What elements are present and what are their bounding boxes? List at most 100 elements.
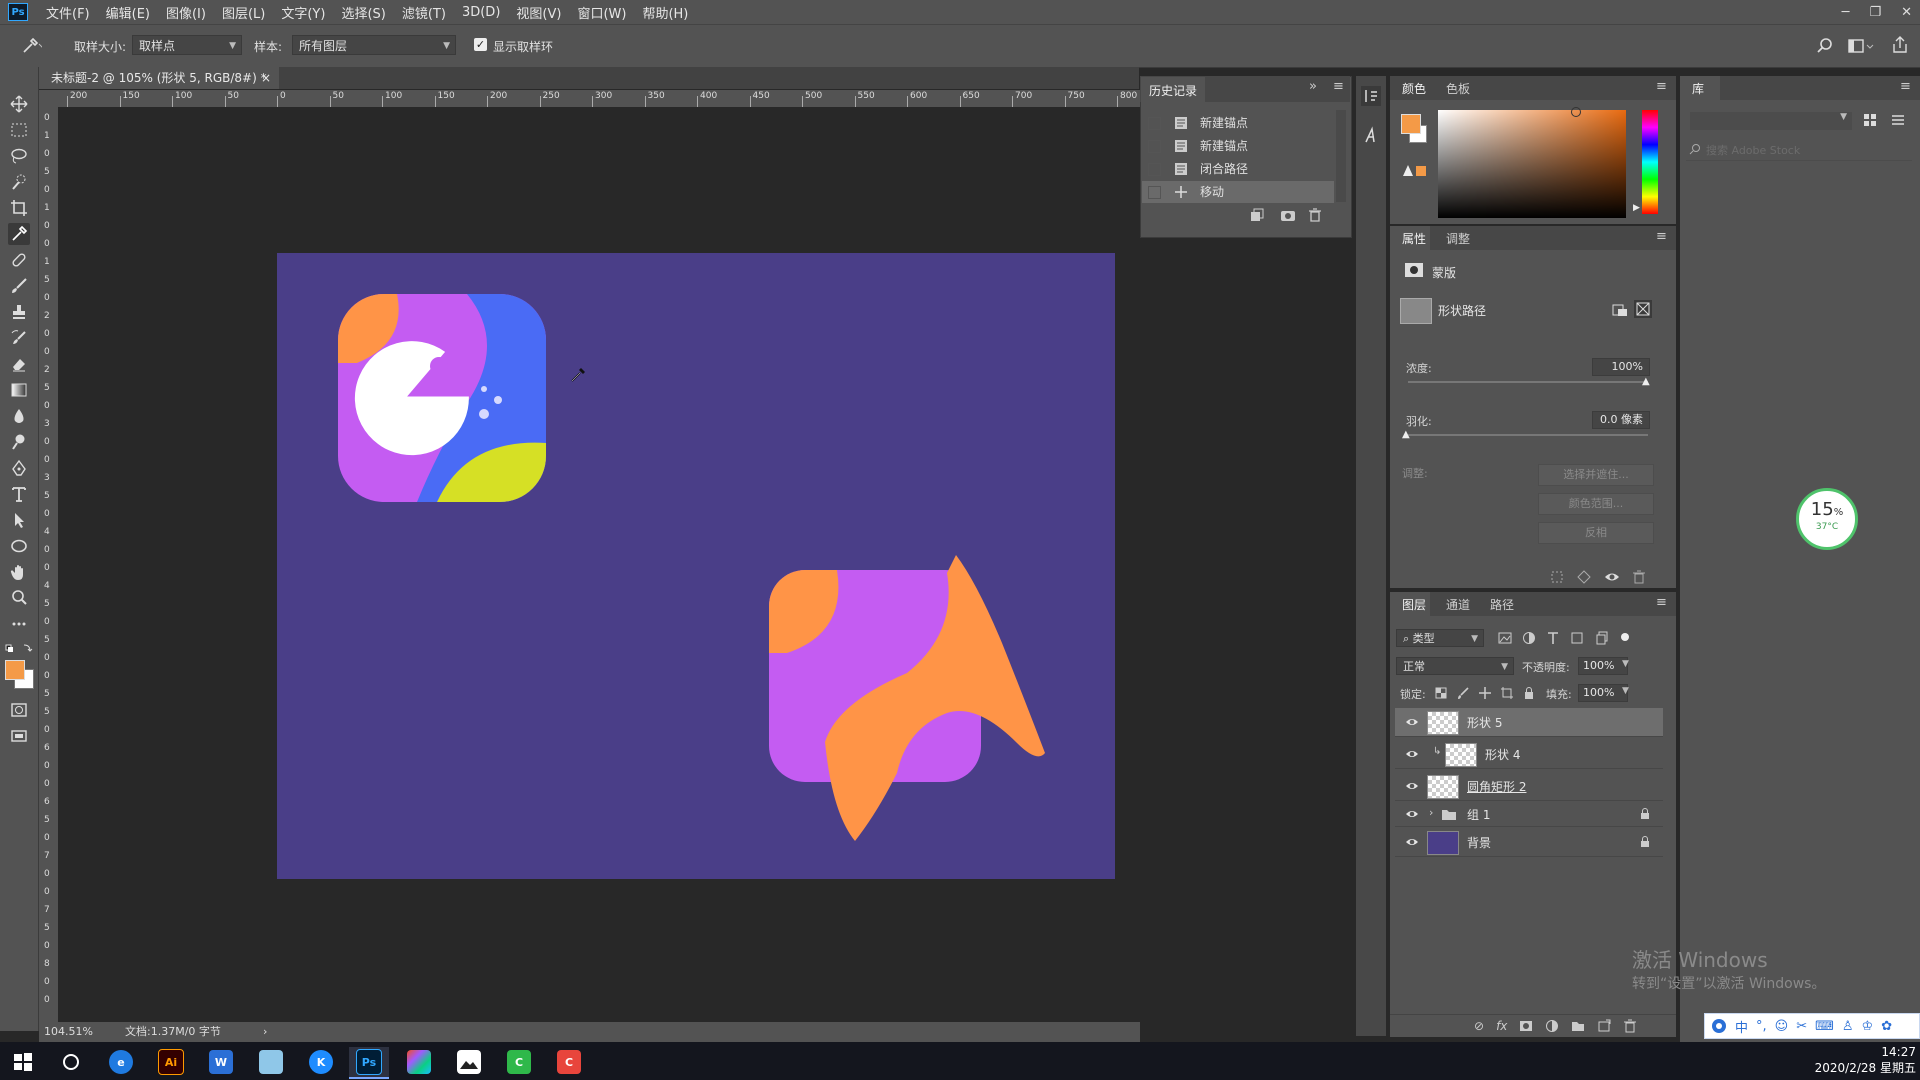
minimize-button[interactable]: ─ — [1842, 5, 1850, 20]
menu-select[interactable]: 选择(S) — [333, 3, 393, 22]
tab-channels[interactable]: 通道 — [1446, 596, 1470, 613]
lasso-tool-icon[interactable] — [8, 145, 30, 167]
panel-menu-icon[interactable]: ≡ — [1333, 79, 1344, 94]
library-dropdown[interactable]: ▼ — [1690, 112, 1852, 130]
layer-name[interactable]: 组 1 — [1467, 806, 1490, 823]
feather-field[interactable]: 0.0 像素 — [1592, 411, 1650, 429]
document-tab[interactable]: 未标题-2 @ 105% (形状 5, RGB/8#) * × — [39, 67, 279, 89]
out-of-gamut-warning-icon[interactable] — [1402, 164, 1426, 182]
taskbar-photos[interactable] — [449, 1047, 489, 1077]
delete-state-icon[interactable] — [1308, 208, 1322, 226]
color-panel-menu-icon[interactable]: ≡ — [1656, 79, 1667, 94]
show-ring-checkbox[interactable]: ✓ — [474, 38, 487, 51]
taskbar-camtasia-red[interactable]: C — [549, 1047, 589, 1077]
layer-style-fx-icon[interactable]: fx — [1496, 1019, 1507, 1033]
more-tools-icon[interactable] — [8, 613, 30, 635]
ime-keyboard-icon[interactable]: ⌨ — [1815, 1019, 1834, 1034]
library-search-field[interactable]: 搜索 Adobe Stock — [1686, 140, 1912, 161]
healing-brush-tool-icon[interactable] — [8, 249, 30, 271]
horizontal-ruler[interactable]: 200 150 100 50 0 50 100 150 200 250 300 350 400 450 50… — [58, 90, 1140, 108]
brush-tool-icon[interactable] — [8, 275, 30, 297]
sample-size-select[interactable]: 取样点 ▼ — [132, 35, 242, 55]
tab-properties[interactable]: 属性 — [1390, 226, 1430, 250]
add-mask-icon[interactable] — [1519, 1019, 1533, 1033]
layer-filter-select[interactable]: ⌕ 类型 ▼ — [1396, 629, 1484, 647]
history-source-box[interactable] — [1148, 186, 1161, 199]
lock-artboard-icon[interactable] — [1500, 686, 1514, 700]
menu-file[interactable]: 文件(F) — [38, 3, 98, 22]
marquee-tool-icon[interactable] — [8, 119, 30, 141]
taskbar-camtasia-green[interactable]: C — [499, 1047, 539, 1077]
history-brush-tool-icon[interactable] — [8, 327, 30, 349]
tab-paths[interactable]: 路径 — [1490, 596, 1514, 613]
new-document-from-state-icon[interactable] — [1250, 208, 1264, 226]
adjustment-filter-icon[interactable] — [1522, 631, 1536, 645]
quick-select-tool-icon[interactable] — [8, 171, 30, 193]
ime-settings-icon[interactable]: ✿ — [1881, 1019, 1892, 1034]
mask-visibility-eye-icon[interactable] — [1604, 570, 1620, 588]
quick-mask-icon[interactable] — [8, 699, 30, 721]
density-field[interactable]: 100% — [1592, 358, 1650, 376]
collapse-panel-icon[interactable]: » — [1309, 79, 1317, 94]
ruler-origin[interactable] — [39, 90, 58, 107]
type-tool-icon[interactable] — [8, 483, 30, 505]
document-canvas[interactable] — [277, 253, 1115, 879]
ime-skin-icon[interactable]: ♔ — [1862, 1019, 1874, 1034]
color-picker-field[interactable] — [1438, 107, 1626, 218]
shape-filter-icon[interactable] — [1570, 631, 1584, 645]
color-range-button[interactable]: 颜色范围... — [1538, 493, 1654, 515]
smart-object-filter-icon[interactable] — [1594, 631, 1608, 645]
taskbar-notes[interactable] — [251, 1047, 291, 1077]
character-dock-icon[interactable] — [1361, 126, 1381, 150]
performance-widget[interactable]: 15% 37°C — [1796, 488, 1858, 550]
blur-tool-icon[interactable] — [8, 405, 30, 427]
hue-slider[interactable] — [1642, 110, 1658, 214]
layers-menu-icon[interactable]: ≡ — [1656, 595, 1667, 610]
layer-row-rounded-rect-2[interactable]: 圆角矩形 2 — [1395, 772, 1663, 801]
snapshot-camera-icon[interactable] — [1280, 208, 1296, 226]
menu-type[interactable]: 文字(Y) — [273, 3, 333, 22]
new-layer-icon[interactable] — [1597, 1019, 1611, 1033]
lock-transparent-icon[interactable] — [1434, 686, 1448, 700]
adjustment-layer-icon[interactable] — [1545, 1019, 1559, 1033]
invert-button[interactable]: 反相 — [1538, 522, 1654, 544]
select-and-mask-button[interactable]: 选择并遮住... — [1538, 464, 1654, 486]
link-layers-icon[interactable]: ⊘ — [1474, 1019, 1484, 1033]
search-icon[interactable] — [1816, 37, 1834, 59]
history-source-box[interactable] — [1148, 140, 1161, 153]
tab-layers[interactable]: 图层 — [1390, 592, 1430, 616]
opacity-dropdown-icon[interactable]: ▼ — [1622, 659, 1629, 669]
density-slider-track[interactable] — [1408, 381, 1648, 383]
history-item[interactable]: 移动 — [1142, 181, 1334, 203]
foreground-color-swatch[interactable] — [5, 660, 25, 680]
gradient-tool-icon[interactable] — [8, 379, 30, 401]
eraser-tool-icon[interactable] — [8, 353, 30, 375]
density-slider-handle[interactable]: ▲ — [1642, 376, 1650, 387]
ime-emoji-icon[interactable]: ☺ — [1775, 1019, 1789, 1034]
vertical-ruler[interactable]: 0105010015020025030035040045050055060065… — [39, 107, 58, 1027]
menu-edit[interactable]: 编辑(E) — [98, 3, 158, 22]
ime-user-icon[interactable]: ♙ — [1842, 1019, 1854, 1034]
menu-view[interactable]: 视图(V) — [508, 3, 569, 22]
swap-colors-icon[interactable] — [4, 643, 34, 657]
tab-adjustments[interactable]: 调整 — [1446, 230, 1470, 247]
start-button[interactable] — [3, 1047, 43, 1077]
list-view-icon[interactable] — [1890, 112, 1906, 132]
lock-position-icon[interactable] — [1478, 686, 1492, 700]
fill-dropdown-icon[interactable]: ▼ — [1622, 686, 1629, 696]
close-button[interactable]: ✕ — [1901, 5, 1912, 20]
pixel-filter-icon[interactable] — [1498, 631, 1512, 645]
layer-name[interactable]: 圆角矩形 2 — [1467, 778, 1526, 795]
move-tool-icon[interactable] — [8, 93, 30, 115]
history-item[interactable]: 新建锚点 — [1142, 112, 1334, 134]
tab-history[interactable]: 历史记录 — [1141, 77, 1205, 102]
feather-slider-track[interactable] — [1408, 434, 1648, 436]
ime-punctuation-icon[interactable]: °, — [1756, 1019, 1767, 1034]
sample-select[interactable]: 所有图层 ▼ — [292, 35, 456, 55]
path-selection-tool-icon[interactable] — [8, 509, 30, 531]
load-selection-icon[interactable] — [1550, 570, 1564, 588]
status-menu-arrow[interactable]: › — [263, 1022, 267, 1042]
ime-scissors-icon[interactable]: ✂ — [1796, 1019, 1807, 1034]
taskbar-photoshop[interactable]: Ps — [349, 1047, 389, 1079]
color-foreground-swatch[interactable] — [1401, 114, 1421, 134]
